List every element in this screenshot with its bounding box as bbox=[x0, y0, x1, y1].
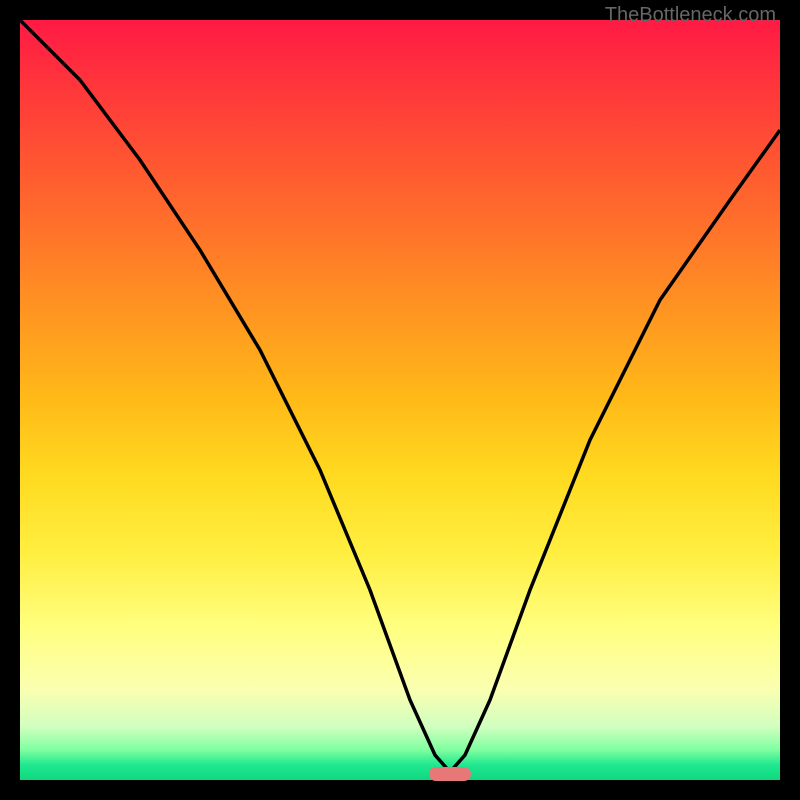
curve-path bbox=[20, 20, 780, 772]
optimum-marker bbox=[429, 767, 471, 781]
watermark-text: TheBottleneck.com bbox=[605, 4, 776, 27]
bottleneck-curve bbox=[20, 20, 780, 780]
chart-plot-area bbox=[20, 20, 780, 780]
